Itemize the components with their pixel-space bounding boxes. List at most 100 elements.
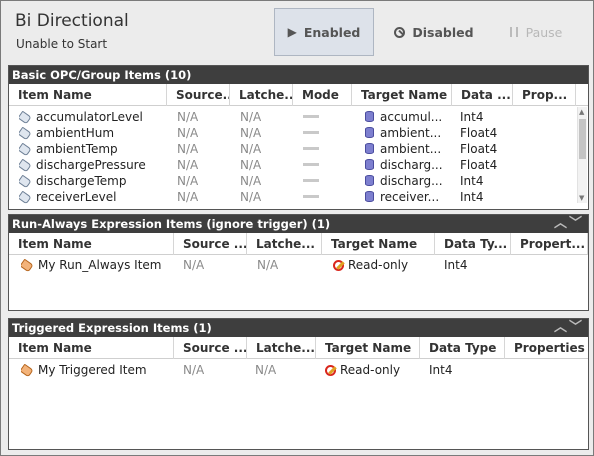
source-cell: N/A	[183, 363, 205, 377]
run-always-table-body: My Run_Always Item N/A N/A Read-only Int…	[9, 255, 588, 273]
enabled-button[interactable]: ▶ Enabled	[274, 8, 374, 56]
target-cell: ambient...	[365, 125, 441, 141]
tag-icon	[19, 190, 32, 205]
target-cell: receiver...	[365, 189, 439, 205]
col-source[interactable]: Source ...	[174, 337, 247, 359]
chevron-up-icon[interactable]: ︿	[554, 216, 569, 231]
tag-icon	[21, 363, 34, 378]
mode-dash-icon	[303, 179, 319, 182]
data-type-cell: Int4	[460, 174, 484, 188]
target-cell: Read-only	[333, 257, 408, 273]
database-icon	[365, 159, 374, 170]
item-name-cell: My Run_Always Item	[21, 257, 161, 273]
group-title: Bi Directional	[15, 11, 129, 31]
latch-cell: N/A	[240, 142, 262, 156]
mode-dash-icon	[303, 131, 319, 134]
triggered-table-body: My Triggered Item N/A N/A Read-only Int4	[9, 359, 588, 378]
table-row[interactable]: receiverLevel N/A N/A receiver... Int4	[9, 189, 588, 205]
col-source[interactable]: Source...	[167, 84, 230, 106]
col-target-name[interactable]: Target Name	[316, 337, 420, 359]
source-cell: N/A	[177, 110, 199, 124]
tag-icon	[19, 174, 32, 189]
target-cell: discharg...	[365, 157, 443, 173]
tag-icon	[19, 158, 32, 173]
run-always-section-header: Run-Always Expression Items (ignore trig…	[9, 215, 588, 233]
pause-button[interactable]: Pause	[501, 8, 571, 56]
scroll-down-icon[interactable]: ▼	[579, 194, 584, 202]
col-properties[interactable]: Prop...	[513, 84, 576, 106]
data-type-cell: Float4	[460, 142, 498, 156]
chevron-down-icon[interactable]: ﹀	[569, 216, 584, 231]
latch-cell: N/A	[240, 110, 262, 124]
mode-dash-icon	[303, 115, 319, 118]
target-cell: Read-only	[325, 362, 400, 378]
database-icon	[365, 127, 374, 138]
col-properties[interactable]: Propert...	[511, 233, 588, 255]
table-row[interactable]: ambientHum N/A N/A ambient... Float4	[9, 125, 588, 141]
database-icon	[365, 175, 374, 186]
col-target-name[interactable]: Target Name	[322, 233, 435, 255]
col-data-type[interactable]: Data Type	[420, 337, 505, 359]
disabled-button[interactable]: Disabled	[384, 8, 484, 56]
col-item-name[interactable]: Item Name	[9, 233, 174, 255]
pause-icon	[509, 27, 518, 37]
target-cell: accumul...	[365, 109, 442, 125]
col-properties[interactable]: Properties	[505, 337, 588, 359]
table-row[interactable]: dischargeTemp N/A N/A discharg... Int4	[9, 173, 588, 189]
disabled-circle-icon	[394, 26, 406, 38]
triggered-section-header: Triggered Expression Items (1) ︿﹀	[9, 319, 588, 337]
read-only-icon	[325, 364, 337, 376]
table-row[interactable]: dischargePressure N/A N/A discharg... Fl…	[9, 157, 588, 173]
triggered-section-title: Triggered Expression Items (1)	[12, 321, 212, 335]
read-only-icon	[333, 259, 345, 271]
table-row[interactable]: ambientTemp N/A N/A ambient... Float4	[9, 141, 588, 157]
tag-icon	[19, 126, 32, 141]
play-icon: ▶	[287, 25, 297, 39]
table-row[interactable]: My Run_Always Item N/A N/A Read-only Int…	[9, 257, 588, 273]
item-name-cell: receiverLevel	[19, 189, 116, 205]
table-row[interactable]: accumulatorLevel N/A N/A accumul... Int4	[9, 109, 588, 125]
group-editor-panel: Bi Directional Unable to Start ▶ Enabled…	[0, 0, 594, 456]
opc-table-scrollbar[interactable]: ▲ ▼	[577, 107, 587, 203]
item-name-cell: ambientHum	[19, 125, 114, 141]
col-mode[interactable]: Mode	[293, 84, 352, 106]
data-type-cell: Float4	[460, 158, 498, 172]
col-latched[interactable]: Latche...	[247, 337, 316, 359]
item-name-cell: My Triggered Item	[21, 362, 147, 378]
col-latched[interactable]: Latche...	[247, 233, 322, 255]
opc-items-section: Basic OPC/Group Items (10) Item Name Sou…	[8, 65, 589, 210]
target-cell: ambient...	[365, 141, 441, 157]
tag-icon	[19, 142, 32, 157]
triggered-section: Triggered Expression Items (1) ︿﹀ Item N…	[8, 318, 589, 450]
data-type-cell: Int4	[460, 110, 484, 124]
disabled-button-label: Disabled	[412, 24, 474, 40]
latch-cell: N/A	[240, 174, 262, 188]
run-always-section: Run-Always Expression Items (ignore trig…	[8, 214, 589, 311]
chevron-down-icon[interactable]: ﹀	[569, 320, 584, 335]
mode-dash-icon	[303, 163, 319, 166]
table-row[interactable]: My Triggered Item N/A N/A Read-only Int4	[9, 362, 588, 378]
run-always-table-header: Item Name Source ... Latche... Target Na…	[9, 233, 588, 255]
mode-dash-icon	[303, 147, 319, 150]
database-icon	[365, 191, 374, 202]
scroll-thumb[interactable]	[579, 119, 586, 159]
item-name-cell: dischargeTemp	[19, 173, 126, 189]
item-name-cell: dischargePressure	[19, 157, 146, 173]
col-item-name[interactable]: Item Name	[9, 84, 167, 106]
chevron-up-icon[interactable]: ︿	[554, 320, 569, 335]
opc-table-header: Item Name Source... Latche... Mode Targe…	[9, 84, 588, 106]
col-latched[interactable]: Latche...	[230, 84, 293, 106]
col-data-type[interactable]: Data Ty...	[435, 233, 511, 255]
data-type-cell: Int4	[460, 190, 484, 204]
data-type-cell: Int4	[429, 363, 453, 377]
col-source[interactable]: Source ...	[174, 233, 247, 255]
scroll-up-icon[interactable]: ▲	[579, 108, 584, 116]
col-target-name[interactable]: Target Name	[352, 84, 452, 106]
mode-dash-icon	[303, 195, 319, 198]
col-item-name[interactable]: Item Name	[9, 337, 174, 359]
col-data-type[interactable]: Data ...	[452, 84, 513, 106]
item-name-cell: ambientTemp	[19, 141, 118, 157]
item-name-cell: accumulatorLevel	[19, 109, 143, 125]
mode-cell	[303, 157, 319, 173]
database-icon	[365, 143, 374, 154]
